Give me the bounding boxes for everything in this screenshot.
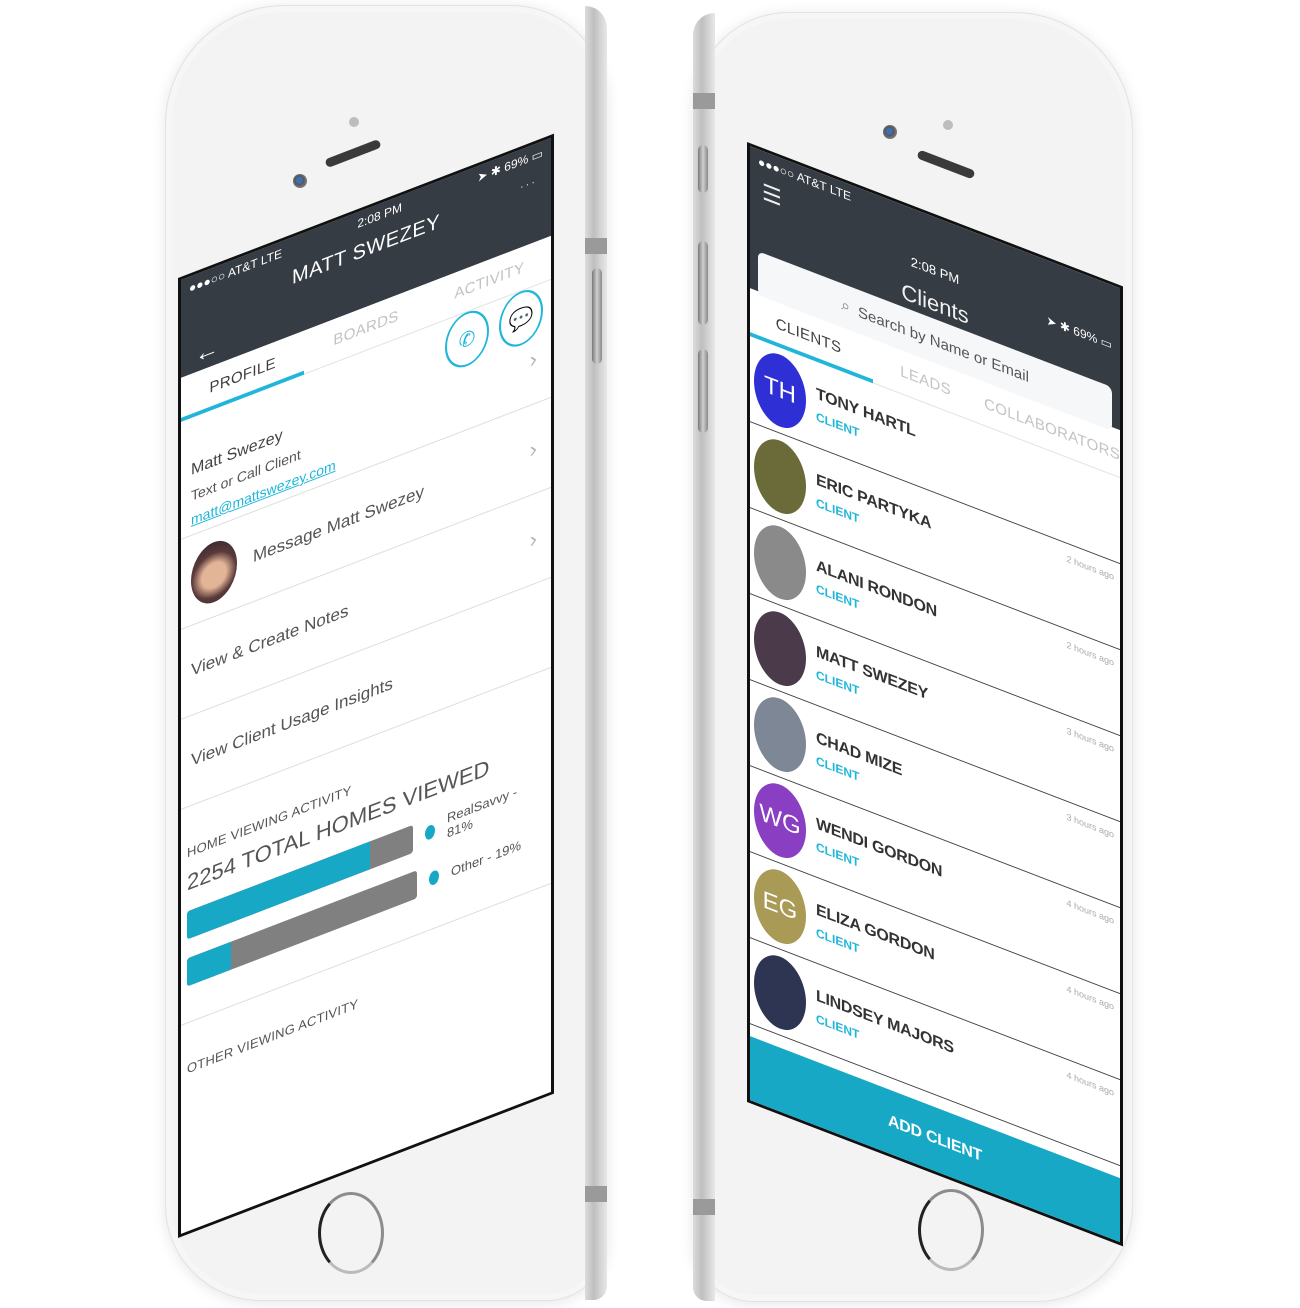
sleep-button xyxy=(592,268,602,364)
network-type: LTE xyxy=(829,181,851,204)
avatar xyxy=(754,602,806,695)
avatar: TH xyxy=(754,344,806,437)
bluetooth-icon: ✱ xyxy=(490,162,501,180)
antenna-band xyxy=(585,1186,607,1202)
front-camera xyxy=(883,125,897,139)
clients-screen: ●●●○○ AT&T LTE ➤ ✱ 69% ▭ ☰ 2:08 PM Clien… xyxy=(747,142,1123,1247)
location-icon: ➤ xyxy=(477,167,488,186)
bar-fill-other xyxy=(187,941,231,987)
legend-dot xyxy=(425,823,435,842)
client-info: TONY HARTL CLIENT xyxy=(816,385,916,461)
phone-edge xyxy=(693,13,715,1301)
antenna-band xyxy=(693,1199,715,1215)
antenna-band xyxy=(693,93,715,109)
avatar xyxy=(754,688,806,781)
phone-icon: ✆ xyxy=(458,325,476,354)
client-info: CHAD MIZE CLIENT xyxy=(816,729,902,800)
home-button[interactable] xyxy=(318,1192,384,1274)
proximity-sensor xyxy=(943,120,953,130)
proximity-sensor xyxy=(349,117,359,127)
profile-screen: ●●●○○ AT&T LTE 2:08 PM ➤ ✱ 69% ▭ MATT SW… xyxy=(178,133,554,1239)
antenna-band xyxy=(585,238,607,254)
avatar xyxy=(754,516,806,609)
earpiece-speaker xyxy=(324,138,382,169)
volume-up-button xyxy=(698,241,708,325)
network-type: LTE xyxy=(260,246,282,269)
avatar xyxy=(754,430,806,523)
chevron-right-icon: › xyxy=(529,524,537,553)
client-list: TH TONY HARTL CLIENT ERIC PARTYKA CLIENT 2 ho… xyxy=(750,336,1120,1167)
avatar xyxy=(191,532,237,611)
legend-label: Other - 19% xyxy=(451,836,522,879)
search-icon: ⌕ xyxy=(841,296,851,317)
legend-dot xyxy=(429,868,439,887)
phone-edge xyxy=(585,6,607,1300)
mute-switch xyxy=(698,145,708,193)
avatar: EG xyxy=(754,860,806,953)
avatar: WG xyxy=(754,774,806,867)
avatar xyxy=(754,946,806,1039)
volume-down-button xyxy=(698,349,708,433)
battery-icon: ▭ xyxy=(531,145,543,165)
front-camera xyxy=(293,174,307,188)
chat-bubble-icon: 💬 xyxy=(508,303,534,335)
chevron-right-icon: › xyxy=(529,434,537,463)
home-button[interactable] xyxy=(918,1189,984,1271)
earpiece-speaker xyxy=(916,149,976,180)
chevron-right-icon: › xyxy=(529,345,537,374)
